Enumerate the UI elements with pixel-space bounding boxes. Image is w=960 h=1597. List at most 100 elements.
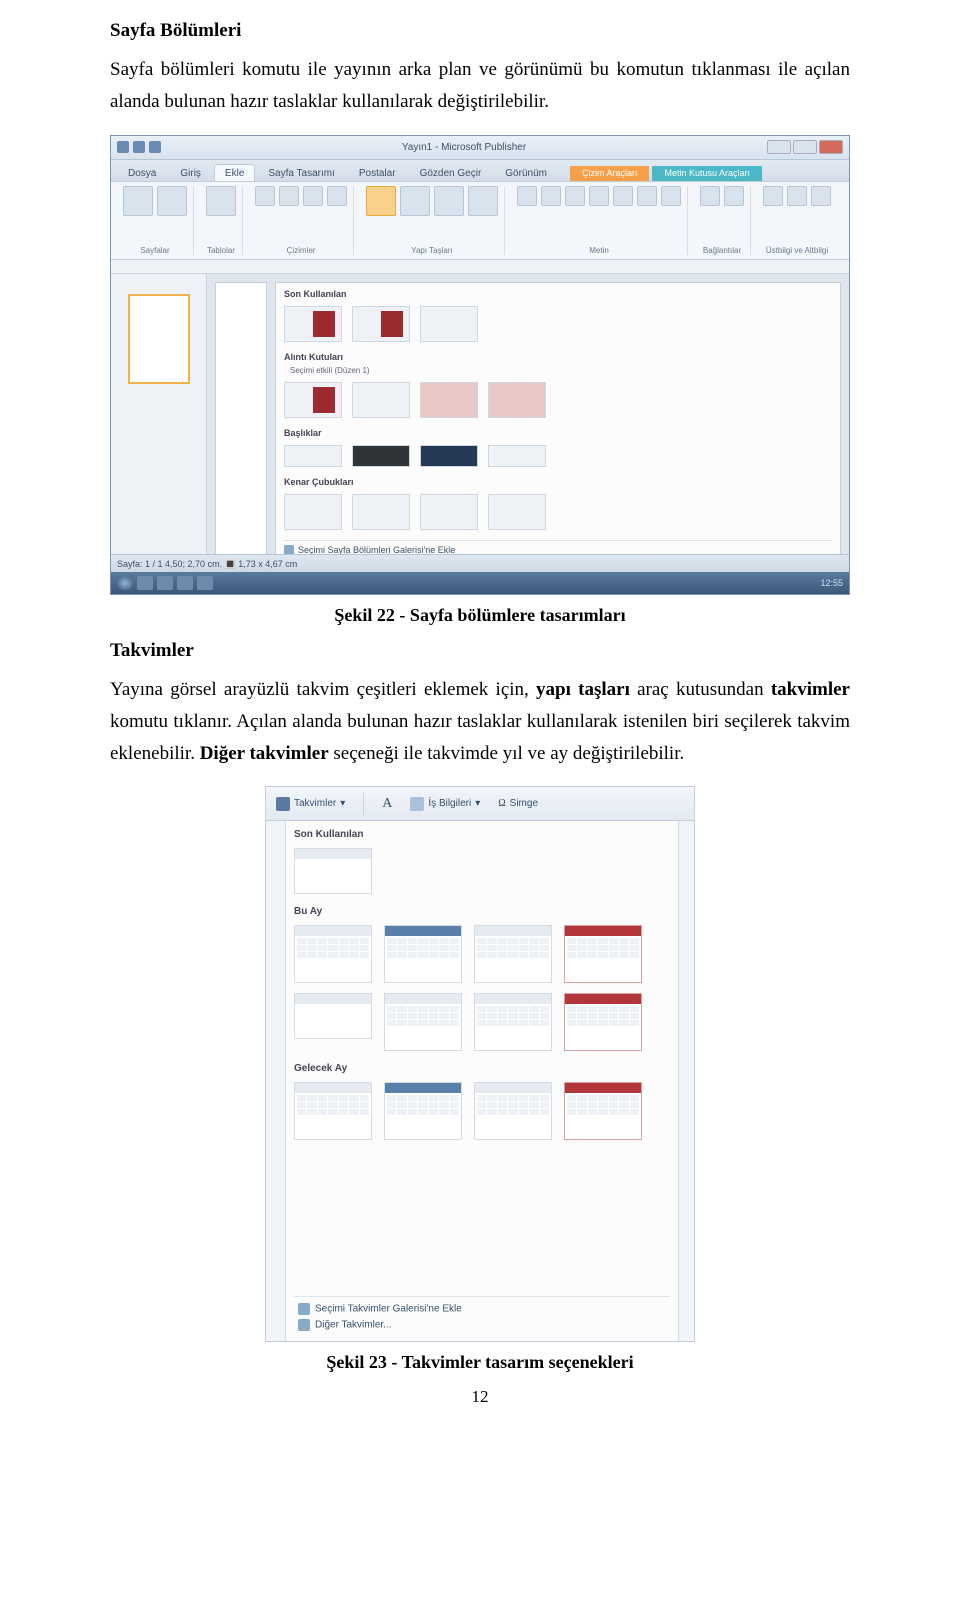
contextual-tab-group: Çizim Araçları Metin Kutusu Araçları: [570, 166, 762, 181]
maximize-button[interactable]: [793, 140, 817, 154]
textbox-icon[interactable]: [517, 186, 537, 206]
gallery-item[interactable]: [284, 445, 342, 467]
calendar-thumb[interactable]: [384, 925, 462, 983]
calendars-icon[interactable]: [400, 186, 430, 216]
tab-view[interactable]: Görünüm: [494, 164, 558, 181]
save-to-gallery-icon: [298, 1303, 310, 1315]
omega-icon: Ω: [498, 798, 505, 809]
gallery-row-recent: [284, 306, 832, 342]
gallery-item[interactable]: [488, 494, 546, 530]
group-label-building-blocks: Yapı Taşları: [411, 246, 453, 255]
hyperlink-icon[interactable]: [700, 186, 720, 206]
minimize-button[interactable]: [767, 140, 791, 154]
ctx-drawing-tools[interactable]: Çizim Araçları: [570, 166, 650, 181]
picture-icon[interactable]: [255, 186, 275, 206]
ribbon-business-info-button[interactable]: İş Bilgileri ▾: [410, 797, 480, 811]
borders-accents-icon[interactable]: [434, 186, 464, 216]
catalog-pages-icon[interactable]: [157, 186, 187, 216]
page-parts-gallery-dropdown[interactable]: Son Kullanılan Alıntı Kutuları Seçimi et…: [275, 282, 841, 558]
page-number-icon[interactable]: [811, 186, 831, 206]
tab-mailings[interactable]: Postalar: [348, 164, 407, 181]
page-icon[interactable]: [123, 186, 153, 216]
business-info-icon[interactable]: [541, 186, 561, 206]
taskbar-app-icon[interactable]: [137, 576, 153, 590]
tab-page-design[interactable]: Sayfa Tasarımı: [257, 164, 346, 181]
calendar-thumb[interactable]: [384, 1082, 462, 1140]
taskbar-app-icon[interactable]: [157, 576, 173, 590]
calendar-icon: [276, 797, 290, 811]
gallery-more-calendars[interactable]: Diğer Takvimler...: [298, 1319, 666, 1331]
shapes-icon[interactable]: [303, 186, 323, 206]
ribbon-calendars-button[interactable]: Takvimler ▾: [276, 797, 345, 811]
horizontal-ruler: [111, 260, 849, 274]
taskbar-app-icon[interactable]: [177, 576, 193, 590]
calendar-thumb[interactable]: [474, 993, 552, 1051]
gallery-row-next-month: [294, 1082, 670, 1140]
date-time-icon[interactable]: [637, 186, 657, 206]
calendars-gallery[interactable]: Son Kullanılan Bu Ay Gelecek Ay: [286, 821, 678, 1341]
gallery-item[interactable]: [352, 306, 410, 342]
gallery-item[interactable]: [488, 445, 546, 467]
start-orb-icon[interactable]: [117, 576, 133, 590]
left-edge-slice: [266, 821, 286, 1341]
taskbar-left[interactable]: [117, 576, 213, 590]
calendar-thumb[interactable]: [294, 1082, 372, 1140]
quick-access-toolbar[interactable]: [117, 141, 161, 153]
page-thumbnail-1[interactable]: [128, 294, 190, 384]
ribbon-group-tables: Tablolar: [200, 186, 243, 255]
symbol-icon[interactable]: [613, 186, 633, 206]
gallery-item[interactable]: [284, 494, 342, 530]
ribbon-symbol-button[interactable]: Ω Simge: [498, 798, 538, 809]
page-navigation-panel[interactable]: [111, 274, 207, 566]
calendar-thumb[interactable]: [564, 993, 642, 1051]
header-icon[interactable]: [763, 186, 783, 206]
picture-placeholder-icon[interactable]: [327, 186, 347, 206]
object-icon[interactable]: [661, 186, 681, 206]
windows-taskbar[interactable]: 12:55: [111, 572, 849, 594]
gallery-item[interactable]: [284, 382, 342, 418]
gallery-item[interactable]: [352, 382, 410, 418]
window-titlebar: Yayın1 - Microsoft Publisher: [111, 136, 849, 160]
ribbon-insert: Sayfalar Tablolar Çizimler Yapı Taşları: [111, 182, 849, 260]
calendar-thumb[interactable]: [474, 925, 552, 983]
window-buttons[interactable]: [767, 140, 843, 154]
gallery-item[interactable]: [420, 306, 478, 342]
gallery-item[interactable]: [420, 382, 478, 418]
qat-redo-icon[interactable]: [149, 141, 161, 153]
footer-icon[interactable]: [787, 186, 807, 206]
calendar-thumb[interactable]: [294, 925, 372, 983]
calendar-thumb[interactable]: [294, 993, 372, 1039]
gallery-item[interactable]: [420, 445, 478, 467]
qat-undo-icon[interactable]: [133, 141, 145, 153]
calendar-thumb[interactable]: [474, 1082, 552, 1140]
close-button[interactable]: [819, 140, 843, 154]
gallery-item[interactable]: [352, 494, 410, 530]
business-info-icon: [410, 797, 424, 811]
tab-file[interactable]: Dosya: [117, 164, 167, 181]
calendar-thumb[interactable]: [384, 993, 462, 1051]
gallery-add-selection[interactable]: Seçimi Takvimler Galerisi'ne Ekle: [298, 1303, 666, 1315]
insert-file-icon[interactable]: [589, 186, 609, 206]
table-icon[interactable]: [206, 186, 236, 216]
gallery-item[interactable]: [352, 445, 410, 467]
qat-save-icon[interactable]: [117, 141, 129, 153]
calendar-thumb[interactable]: [564, 1082, 642, 1140]
page-parts-icon[interactable]: [366, 186, 396, 216]
calendar-thumb[interactable]: [564, 925, 642, 983]
gallery-item[interactable]: [420, 494, 478, 530]
calendar-thumb[interactable]: [294, 848, 372, 894]
ribbon-group-pages: Sayfalar: [117, 186, 194, 255]
ribbon-font-button[interactable]: A: [382, 796, 392, 812]
tab-home[interactable]: Giriş: [169, 164, 212, 181]
ctx-textbox-tools[interactable]: Metin Kutusu Araçları: [652, 166, 762, 181]
wordart-icon[interactable]: [565, 186, 585, 206]
clipart-icon[interactable]: [279, 186, 299, 206]
taskbar-app-icon[interactable]: [197, 576, 213, 590]
ribbon-fragment: Takvimler ▾ A İş Bilgileri ▾ Ω Simge: [266, 787, 694, 821]
advertisements-icon[interactable]: [468, 186, 498, 216]
gallery-item[interactable]: [488, 382, 546, 418]
tab-insert[interactable]: Ekle: [214, 164, 255, 181]
gallery-item[interactable]: [284, 306, 342, 342]
tab-review[interactable]: Gözden Geçir: [409, 164, 493, 181]
bookmark-icon[interactable]: [724, 186, 744, 206]
